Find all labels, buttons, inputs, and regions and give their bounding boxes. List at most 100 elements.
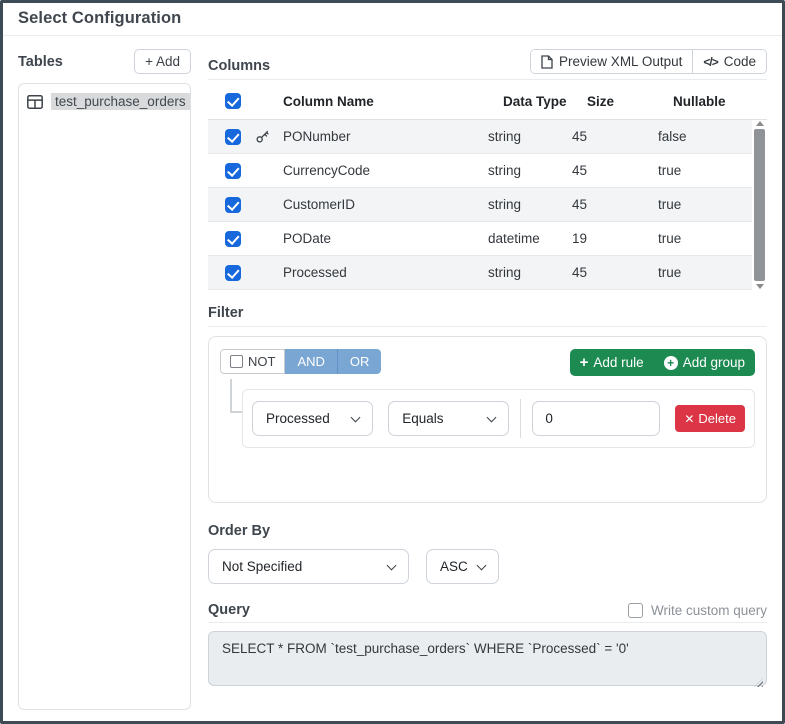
column-name-cell: CurrencyCode [283,163,488,178]
filter-divider [208,326,767,327]
column-name-cell: Processed [283,265,488,280]
size-cell: 45 [572,129,658,144]
tables-list: test_purchase_orders [18,83,191,710]
column-row: Processed string 45 true [208,256,752,290]
nullable-cell: true [658,197,746,212]
dialog-content: Tables + Add test_purchase_orders [3,36,782,721]
rule-connector-horizontal [230,411,242,413]
select-all-checkbox[interactable] [225,93,241,109]
add-table-button[interactable]: + Add [134,49,191,74]
chevron-down-icon [487,412,497,422]
rule-operator-value: Equals [402,411,443,426]
code-button[interactable]: </> Code [692,50,766,73]
size-cell: 45 [572,265,658,280]
order-direction-value: ASC [440,559,468,574]
order-by-field-select[interactable]: Not Specified [208,549,409,584]
delete-rule-button[interactable]: ✕ Delete [675,405,745,432]
delete-label: Delete [698,411,736,426]
chevron-down-icon [477,560,487,570]
preview-xml-output-button[interactable]: Preview XML Output [531,50,692,73]
header-size: Size [587,94,673,109]
and-condition-button[interactable]: AND [285,349,336,374]
add-group-button[interactable]: + Add group [654,349,755,376]
rule-connector-vertical [230,379,232,413]
row-checkbox[interactable] [225,197,241,213]
columns-table: Column Name Data Type Size Nullable PONu… [208,83,767,290]
select-configuration-dialog: Select Configuration Tables + Add te [0,0,785,724]
not-label: NOT [248,354,275,369]
nullable-cell: true [658,231,746,246]
column-row: PONumber string 45 false [208,120,752,154]
query-label: Query [208,602,250,618]
tables-label: Tables [18,54,63,70]
write-custom-query-checkbox[interactable] [628,603,643,618]
header-nullable: Nullable [673,94,761,109]
code-button-label: Code [724,54,756,69]
tables-panel: Tables + Add test_purchase_orders [18,49,191,710]
data-type-cell: string [488,197,572,212]
write-custom-query-toggle[interactable]: Write custom query [628,603,767,618]
filter-group-box: NOT AND OR + Add rule + Add group [208,336,767,503]
scroll-down-arrow-icon[interactable] [756,284,764,289]
not-toggle-button[interactable]: NOT [220,349,285,374]
chevron-down-icon [351,412,361,422]
column-row: PODate datetime 19 true [208,222,752,256]
preview-xml-output-label: Preview XML Output [559,54,682,69]
code-icon: </> [703,55,717,69]
or-condition-button[interactable]: OR [337,349,382,374]
document-icon [541,55,553,69]
table-icon [27,95,43,109]
column-name-cell: CustomerID [283,197,488,212]
table-list-item[interactable]: test_purchase_orders [27,93,182,110]
size-cell: 45 [572,163,658,178]
filter-rule: Processed Equals ✕ Delete [242,389,755,448]
x-icon: ✕ [684,412,694,426]
filter-label: Filter [208,305,767,321]
query-textarea[interactable]: SELECT * FROM `test_purchase_orders` WHE… [208,631,767,686]
size-cell: 19 [572,231,658,246]
columns-table-rows: PONumber string 45 false CurrencyCode st… [208,120,752,290]
order-by-label: Order By [208,523,767,539]
output-buttons: Preview XML Output </> Code [530,49,767,74]
primary-key-icon [255,129,283,144]
rule-field-select[interactable]: Processed [252,401,373,436]
column-row: CurrencyCode string 45 true [208,154,752,188]
data-type-cell: string [488,129,572,144]
page-title: Select Configuration [3,3,782,36]
condition-group: NOT AND OR [220,349,381,374]
data-type-cell: string [488,163,572,178]
nullable-cell: false [658,129,746,144]
order-by-controls: Not Specified ASC [208,549,767,584]
table-name: test_purchase_orders [51,93,190,110]
nullable-cell: true [658,163,746,178]
plus-icon: + [580,355,589,370]
data-type-cell: datetime [488,231,572,246]
scroll-up-arrow-icon[interactable] [756,121,764,126]
write-custom-query-label: Write custom query [651,603,767,618]
add-group-label: Add group [683,355,745,370]
row-checkbox[interactable] [225,163,241,179]
row-checkbox[interactable] [225,265,241,281]
row-checkbox[interactable] [225,231,241,247]
filter-actions: + Add rule + Add group [570,349,755,376]
rule-separator [520,399,521,438]
chevron-down-icon [387,560,397,570]
order-direction-select[interactable]: ASC [426,549,499,584]
scrollbar-thumb[interactable] [754,129,765,281]
column-name-cell: PONumber [283,129,488,144]
header-data-type: Data Type [503,94,587,109]
columns-divider [208,79,767,80]
not-checkbox[interactable] [230,355,243,368]
add-rule-label: Add rule [593,355,643,370]
order-by-field-value: Not Specified [222,559,302,574]
circle-plus-icon: + [664,356,678,370]
columns-label: Columns [208,58,270,74]
column-row: CustomerID string 45 true [208,188,752,222]
rule-value-input[interactable] [532,401,660,436]
row-checkbox[interactable] [225,129,241,145]
nullable-cell: true [658,265,746,280]
configuration-panel: Columns Preview XML Output </> C [208,49,767,710]
add-rule-button[interactable]: + Add rule [570,349,654,376]
rule-operator-select[interactable]: Equals [388,401,509,436]
columns-scrollbar[interactable] [752,120,767,290]
